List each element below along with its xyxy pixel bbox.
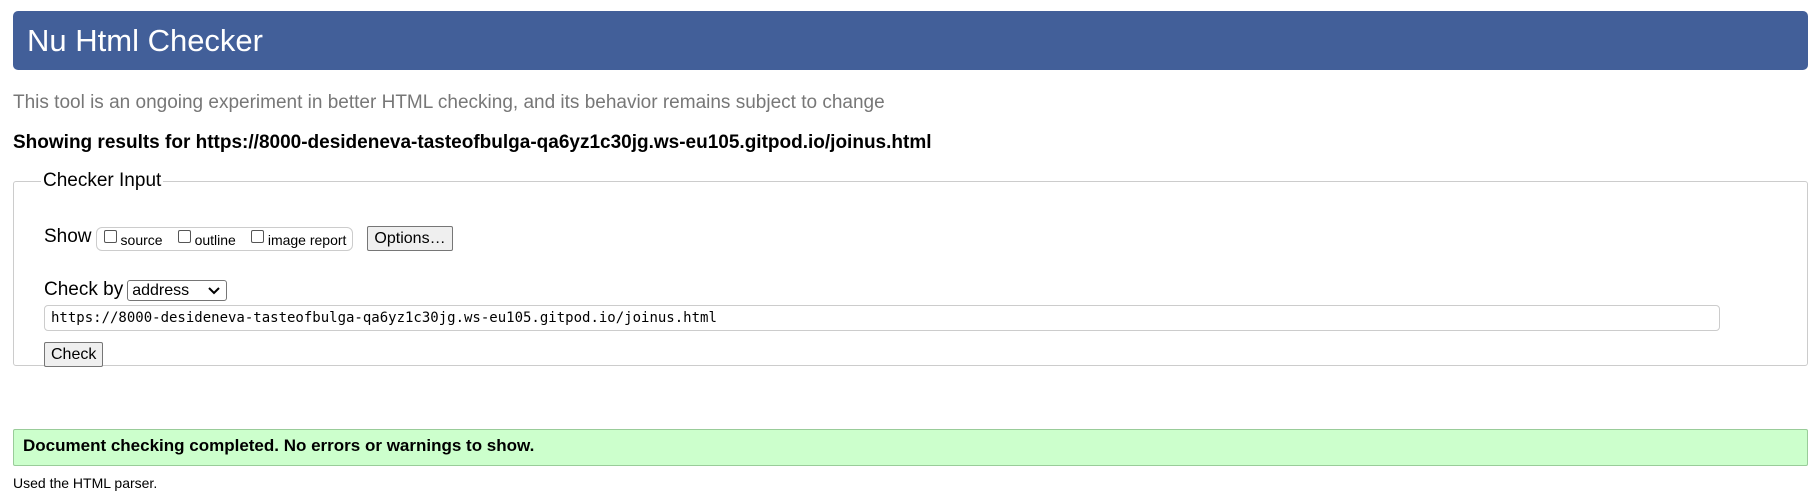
- show-label: Show: [44, 226, 92, 247]
- showing-results-heading: Showing results for https://8000-desiden…: [13, 132, 932, 153]
- outline-checkbox[interactable]: [177, 229, 191, 243]
- checker-input-fieldset: Checker Input Show source outline image …: [13, 170, 1808, 367]
- show-image-report-option[interactable]: image report: [248, 229, 347, 248]
- show-outline-option[interactable]: outline: [175, 229, 236, 248]
- check-by-label: Check by: [44, 278, 124, 300]
- check-by-select[interactable]: address: [127, 280, 228, 301]
- checker-input-legend: Checker Input: [43, 170, 162, 191]
- source-option-label: source: [120, 232, 163, 248]
- source-checkbox[interactable]: [103, 229, 117, 243]
- intro-text: This tool is an ongoing experiment in be…: [13, 92, 885, 113]
- chevron-down-icon: [208, 286, 220, 294]
- result-success-banner: Document checking completed. No errors o…: [13, 429, 1808, 466]
- show-options-group: source outline image report: [95, 227, 354, 251]
- page-title: Nu Html Checker: [27, 23, 263, 58]
- page-header: Nu Html Checker: [13, 11, 1808, 70]
- options-button[interactable]: Options…: [367, 225, 453, 251]
- outline-option-label: outline: [194, 232, 236, 248]
- image-report-option-label: image report: [267, 232, 347, 248]
- check-by-row: Check by address: [44, 278, 228, 301]
- show-row: Show source outline image report Options…: [44, 222, 453, 252]
- check-by-selected-value: address: [132, 281, 190, 299]
- url-input[interactable]: https://8000-desideneva-tasteofbulga-qa6…: [44, 305, 1720, 331]
- check-button[interactable]: Check: [44, 342, 104, 367]
- show-source-option[interactable]: source: [101, 229, 163, 248]
- parser-note: Used the HTML parser.: [13, 475, 158, 491]
- page: Nu Html Checker This tool is an ongoing …: [0, 0, 1819, 494]
- image-report-checkbox[interactable]: [250, 229, 264, 243]
